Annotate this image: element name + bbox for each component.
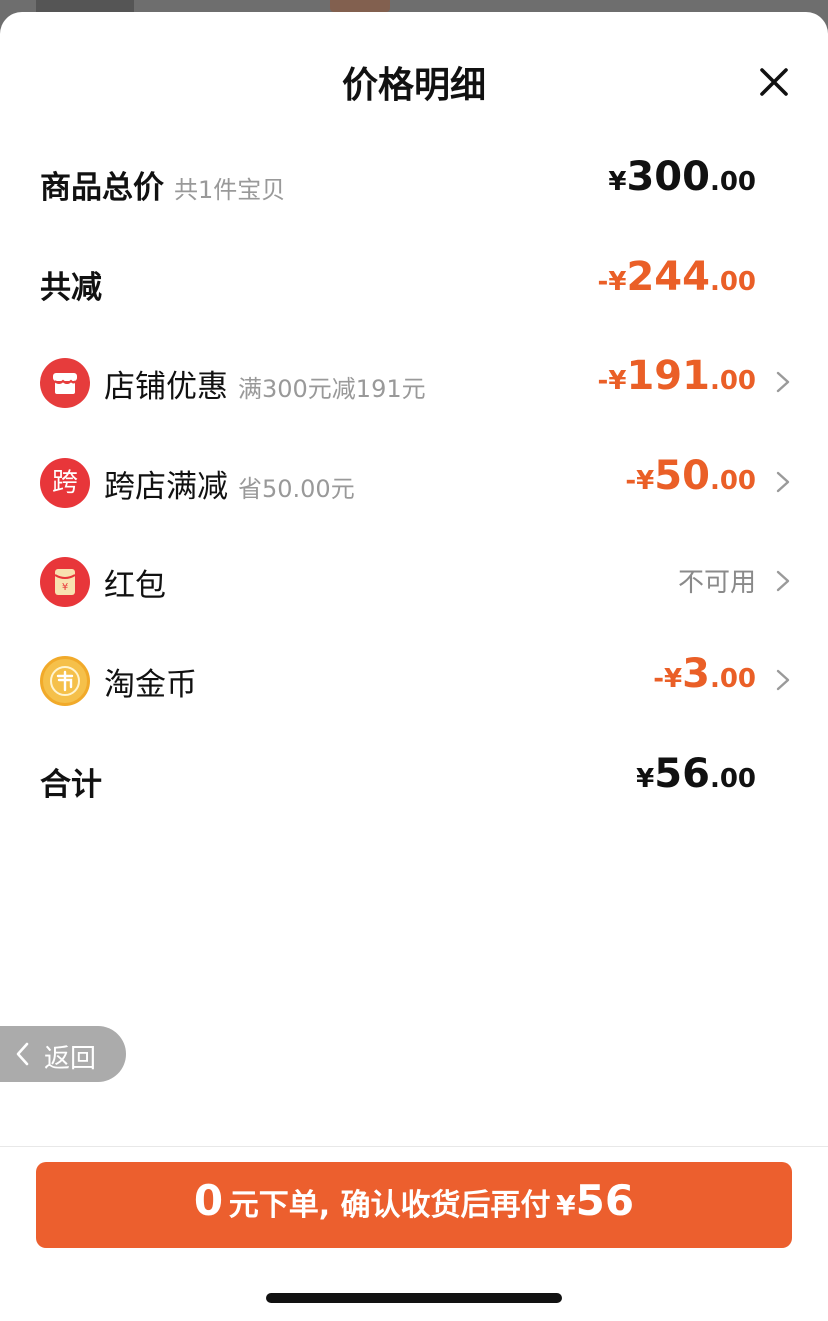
subtotal-amount: ¥300.00 — [608, 154, 756, 200]
subtotal-row: 商品总价 共1件宝贝 ¥300.00 — [0, 148, 828, 218]
cross-store-discount-label: 跨店满减 省50.00元 — [104, 461, 355, 506]
red-packet-status: 不可用 — [677, 568, 756, 598]
store-discount-row[interactable]: 店铺优惠 满300元减191元 -¥191.00 — [0, 347, 828, 417]
total-discount-currency: -¥ — [597, 267, 627, 297]
total-row: 合计 ¥56.00 — [0, 745, 828, 815]
place-order-label: 0 元下单, 确认收货后再付 ¥56 — [36, 1176, 792, 1225]
subtotal-integer: 300 — [626, 154, 710, 200]
close-button[interactable] — [752, 60, 796, 104]
chevron-right-icon — [776, 471, 790, 493]
total-decimal: .00 — [709, 764, 756, 794]
store-discount-hint: 满300元减191元 — [238, 375, 426, 403]
chevron-right-icon — [776, 570, 790, 592]
total-discount-amount: -¥244.00 — [598, 254, 756, 300]
price-detail-sheet: 价格明细 商品总价 共1件宝贝 ¥300.00 共减 -¥244.00 店铺优惠… — [0, 12, 828, 1321]
subtotal-label-text: 商品总价 — [40, 170, 164, 206]
cross-store-label-text: 跨店满减 — [104, 469, 228, 505]
footer-divider — [0, 1146, 828, 1147]
red-packet-row[interactable]: ¥ 红包 不可用 — [0, 546, 828, 616]
cross-store-currency: -¥ — [625, 466, 655, 496]
place-order-button[interactable]: 0 元下单, 确认收货后再付 ¥56 — [36, 1162, 792, 1248]
store-discount-decimal: .00 — [709, 366, 756, 396]
store-discount-amount: -¥191.00 — [598, 353, 756, 399]
cross-store-hint: 省50.00元 — [238, 475, 355, 503]
cross-store-decimal: .00 — [709, 466, 756, 496]
back-button[interactable]: 返回 — [0, 1026, 126, 1082]
home-indicator — [266, 1293, 562, 1303]
total-integer: 56 — [654, 751, 710, 797]
total-discount-decimal: .00 — [709, 267, 756, 297]
total-discount-row: 共减 -¥244.00 — [0, 248, 828, 318]
gold-coin-decimal: .00 — [709, 664, 756, 694]
total-currency: ¥ — [636, 764, 655, 794]
gold-coin-label: 淘金币 — [104, 667, 197, 703]
total-discount-label: 共减 — [40, 270, 102, 306]
cta-amount: 56 — [575, 1176, 635, 1225]
gold-coin-icon — [40, 656, 90, 706]
item-count-hint: 共1件宝贝 — [174, 176, 286, 204]
close-icon — [760, 68, 788, 96]
back-button-label: 返回 — [44, 1044, 97, 1074]
gold-coin-currency: -¥ — [653, 664, 683, 694]
subtotal-decimal: .00 — [709, 167, 756, 197]
chevron-right-icon — [776, 371, 790, 393]
total-amount: ¥56.00 — [636, 751, 756, 797]
chevron-right-icon — [776, 669, 790, 691]
gold-coin-integer: 3 — [682, 651, 710, 697]
cta-text: 元下单, 确认收货后再付 — [228, 1188, 551, 1223]
subtotal-currency: ¥ — [608, 167, 627, 197]
cross-store-discount-row[interactable]: 跨 跨店满减 省50.00元 -¥50.00 — [0, 447, 828, 517]
total-discount-integer: 244 — [626, 254, 710, 300]
cta-currency: ¥ — [556, 1189, 576, 1222]
store-discount-integer: 191 — [626, 353, 710, 399]
store-icon — [40, 358, 90, 408]
chevron-left-icon — [16, 1042, 29, 1066]
red-packet-icon: ¥ — [40, 557, 90, 607]
background-price-peek — [330, 0, 390, 12]
cta-zero: 0 — [193, 1176, 224, 1225]
background-thumbnail — [36, 0, 134, 12]
sheet-title: 价格明细 — [341, 65, 486, 106]
cross-store-discount-amount: -¥50.00 — [625, 453, 756, 499]
store-discount-label: 店铺优惠 满300元减191元 — [104, 361, 426, 406]
subtotal-label: 商品总价 共1件宝贝 — [40, 162, 285, 207]
gold-coin-amount: -¥3.00 — [653, 651, 756, 697]
svg-text:¥: ¥ — [62, 582, 68, 593]
cross-store-icon: 跨 — [40, 458, 90, 508]
red-packet-label: 红包 — [104, 568, 166, 604]
store-discount-currency: -¥ — [597, 366, 627, 396]
total-label: 合计 — [40, 767, 102, 803]
gold-coin-row[interactable]: 淘金币 -¥3.00 — [0, 645, 828, 715]
store-discount-label-text: 店铺优惠 — [104, 369, 228, 405]
cross-store-integer: 50 — [654, 453, 710, 499]
